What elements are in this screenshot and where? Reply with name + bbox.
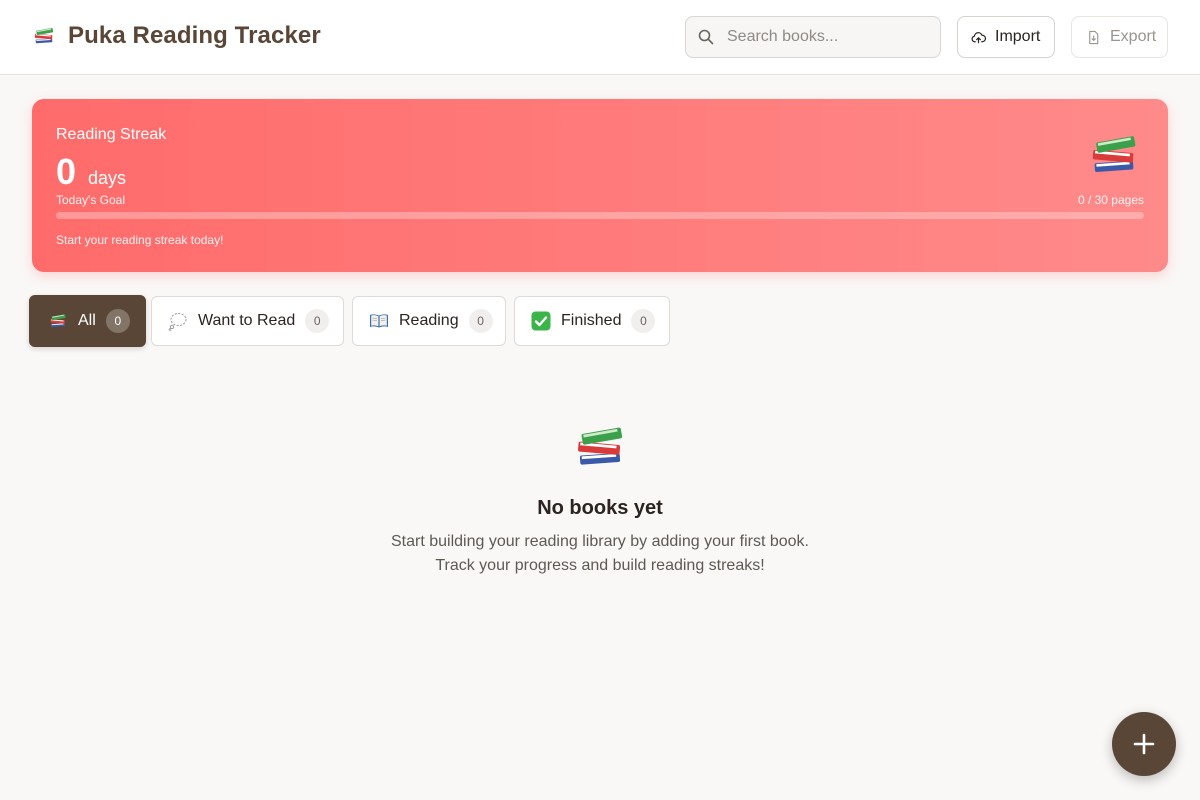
open-book-icon [370,314,388,328]
tab-want-to-read[interactable]: Want to Read 0 [151,296,344,346]
books-icon [571,418,629,476]
tab-reading[interactable]: Reading 0 [352,296,506,346]
add-book-button[interactable] [1112,712,1176,776]
tab-label: Want to Read [198,312,296,329]
goal-value: 0 / 30 pages [1077,193,1144,207]
tab-all[interactable]: All 0 [29,295,146,347]
import-button[interactable]: Import [957,16,1055,58]
file-download-icon [1089,30,1099,44]
streak-unit: days [88,168,127,188]
tab-label: Reading [399,312,459,329]
streak-label: Reading Streak [56,126,167,143]
check-icon [531,311,551,331]
cloud-upload-icon [971,31,986,43]
count-badge: 0 [105,309,130,333]
empty-state-title: No books yet [537,497,663,519]
tab-label: Finished [561,312,622,329]
plus-icon [1133,733,1155,755]
tab-finished[interactable]: Finished 0 [514,296,670,346]
books-icon [1086,127,1142,183]
app-title: Puka Reading Tracker [68,22,321,49]
books-icon [32,24,56,48]
count-badge: 0 [305,309,330,333]
thought-bubble-icon [168,313,187,331]
import-label: Import [995,28,1041,45]
export-label: Export [1110,28,1157,45]
count-badge: 0 [468,309,493,333]
count-badge: 0 [631,309,656,333]
goal-label: Today's Goal [56,193,125,207]
search-input[interactable] [727,28,927,46]
reading-streak-card: Reading Streak 0 days Today's Goal 0 / 3… [32,99,1168,272]
streak-count: 0 [56,151,77,192]
books-icon [48,311,68,331]
tab-label: All [78,312,96,329]
brand[interactable]: Puka Reading Tracker [32,22,321,50]
app-header: Puka Reading Tracker Import Export [0,0,1200,75]
empty-state-text: Start building your reading library by a… [391,533,809,550]
export-button[interactable]: Export [1071,16,1168,58]
streak-hint: Start your reading streak today! [56,233,224,247]
search-box[interactable] [685,16,941,58]
empty-state-text: Track your progress and build reading st… [435,557,765,574]
search-icon [698,29,714,45]
goal-progress-bar [56,212,1144,219]
